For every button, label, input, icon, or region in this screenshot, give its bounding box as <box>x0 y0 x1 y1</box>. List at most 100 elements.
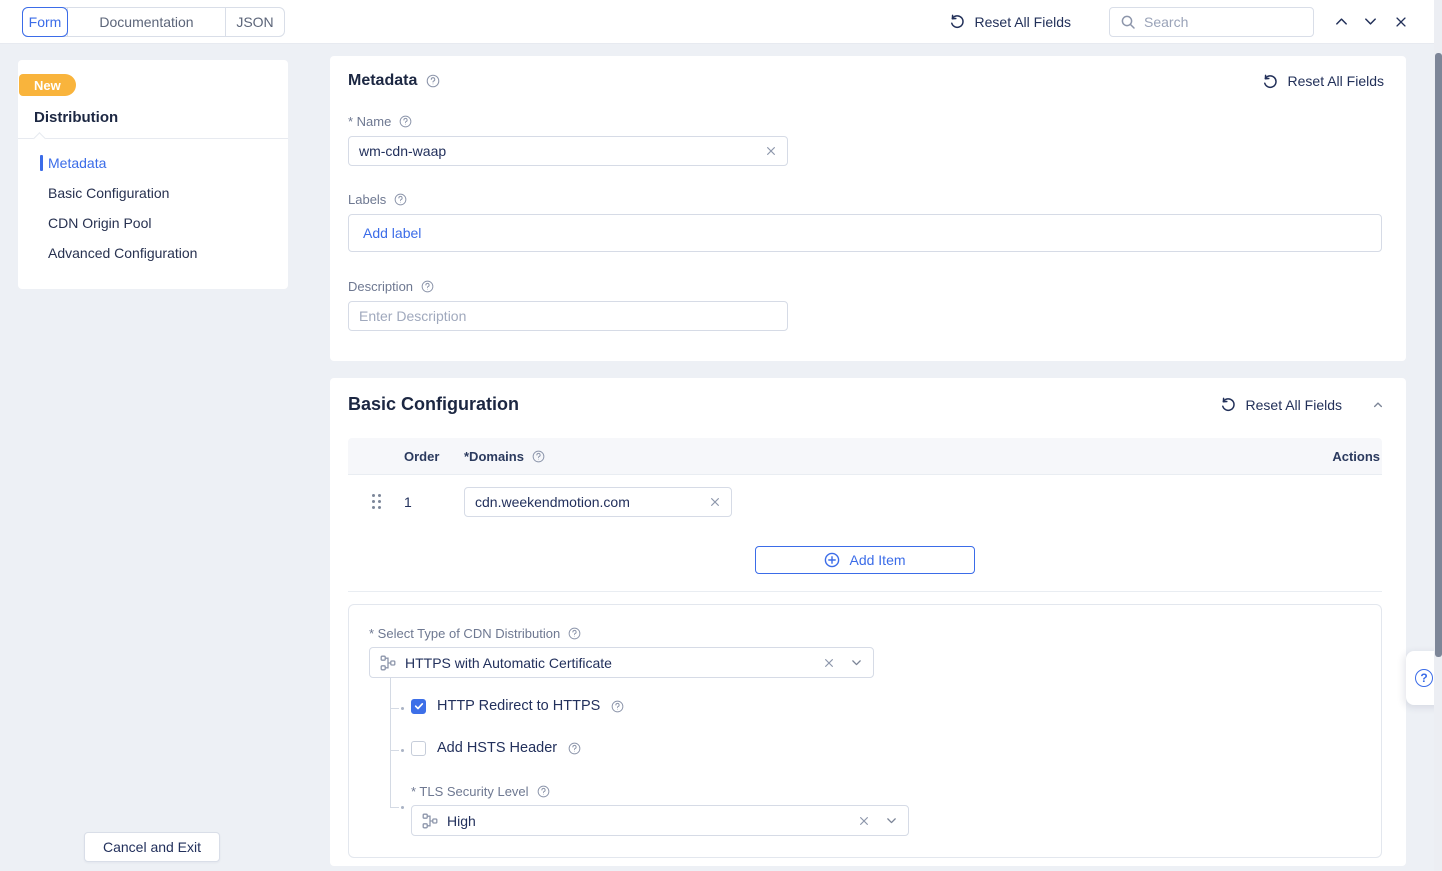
search-next-chevron-down-icon[interactable] <box>1357 10 1384 33</box>
search-box[interactable] <box>1109 7 1314 37</box>
tree-connector-dot <box>401 707 404 710</box>
search-icon <box>1120 14 1136 30</box>
labels-field-label: Labels <box>348 192 407 207</box>
cdn-type-group-box: * Select Type of CDN Distribution HTTPS … <box>348 604 1382 858</box>
name-field <box>348 136 788 166</box>
domains-table: Order *Domains Actions 1 <box>348 438 1382 592</box>
help-icon[interactable] <box>532 450 545 463</box>
hsts-row: Add HSTS Header <box>411 740 581 756</box>
cdn-type-label-text: * Select Type of CDN Distribution <box>369 626 560 641</box>
undo-reset-icon <box>1220 396 1237 413</box>
cdn-type-label: * Select Type of CDN Distribution <box>369 626 581 641</box>
topbar-right-controls: Reset All Fields <box>949 7 1414 37</box>
http-redirect-row: HTTP Redirect to HTTPS <box>411 698 624 714</box>
search-prev-chevron-up-icon[interactable] <box>1328 10 1355 33</box>
plus-circle-icon <box>824 552 840 568</box>
metadata-title-text: Metadata <box>348 72 417 90</box>
domains-header-text: *Domains <box>464 449 524 464</box>
basic-config-reset-all-fields-button[interactable]: Reset All Fields <box>1220 396 1342 413</box>
add-item-label: Add Item <box>849 552 905 568</box>
clear-icon[interactable] <box>823 657 835 669</box>
hsts-checkbox[interactable] <box>411 741 426 756</box>
tab-documentation[interactable]: Documentation <box>67 8 225 36</box>
reset-all-fields-button[interactable]: Reset All Fields <box>949 13 1071 30</box>
help-icon[interactable] <box>611 700 624 713</box>
tree-connector-dot <box>401 806 404 809</box>
help-icon[interactable] <box>399 115 412 128</box>
help-icon[interactable] <box>394 193 407 206</box>
http-redirect-checkbox[interactable] <box>411 699 426 714</box>
cancel-and-exit-button[interactable]: Cancel and Exit <box>84 832 220 862</box>
help-icon[interactable] <box>568 742 581 755</box>
reset-all-fields-label: Reset All Fields <box>975 14 1071 30</box>
tls-level-select[interactable]: High <box>411 805 909 836</box>
name-label-text: * Name <box>348 114 391 129</box>
tls-level-select-value: High <box>447 813 849 829</box>
metadata-section-title: Metadata <box>348 72 440 90</box>
domains-table-header: Order *Domains Actions <box>348 438 1382 474</box>
drag-handle-icon[interactable] <box>348 494 404 509</box>
help-icon[interactable] <box>426 74 440 88</box>
order-column-header: Order <box>404 449 464 464</box>
hsts-label: Add HSTS Header <box>437 740 557 756</box>
scrollbar-track[interactable] <box>1434 0 1442 871</box>
basic-config-section-title: Basic Configuration <box>348 394 519 415</box>
close-icon[interactable] <box>1388 11 1414 33</box>
scrollbar-thumb[interactable] <box>1435 53 1442 657</box>
basic-config-reset-label: Reset All Fields <box>1246 397 1342 413</box>
clear-icon[interactable] <box>765 145 777 157</box>
domain-input[interactable] <box>475 494 701 510</box>
tree-connector-vertical <box>390 678 391 807</box>
node-branch-icon <box>380 655 396 671</box>
collapse-chevron-up-icon[interactable] <box>1372 399 1384 411</box>
undo-reset-icon <box>949 13 966 30</box>
search-input[interactable] <box>1144 14 1303 30</box>
chevron-down-icon[interactable] <box>885 814 898 827</box>
name-input[interactable] <box>359 143 757 159</box>
row-order-value: 1 <box>404 494 464 510</box>
help-icon[interactable] <box>421 280 434 293</box>
sidebar-item-advanced-configuration[interactable]: Advanced Configuration <box>18 238 288 268</box>
tree-connector <box>390 708 399 709</box>
basic-config-card-header: Basic Configuration Reset All Fields <box>348 394 1384 415</box>
cdn-type-select[interactable]: HTTPS with Automatic Certificate <box>369 647 874 678</box>
tab-form[interactable]: Form <box>22 7 68 37</box>
name-field-label: * Name <box>348 114 412 129</box>
tab-json[interactable]: JSON <box>225 8 284 36</box>
sidebar-title: Distribution <box>34 109 118 126</box>
description-input[interactable] <box>359 308 777 324</box>
table-row: 1 <box>348 474 1382 528</box>
clear-icon[interactable] <box>709 496 721 508</box>
http-redirect-label: HTTP Redirect to HTTPS <box>437 698 600 714</box>
basic-config-title-text: Basic Configuration <box>348 394 519 415</box>
description-field <box>348 301 788 331</box>
labels-label-text: Labels <box>348 192 386 207</box>
chevron-down-icon[interactable] <box>850 656 863 669</box>
tree-connector <box>390 807 399 808</box>
add-item-button[interactable]: Add Item <box>755 546 975 574</box>
basic-configuration-section-card: Basic Configuration Reset All Fields Ord… <box>330 378 1406 866</box>
tls-level-label: * TLS Security Level <box>411 784 550 799</box>
clear-icon[interactable] <box>858 815 870 827</box>
description-label-text: Description <box>348 279 413 294</box>
tls-level-label-text: * TLS Security Level <box>411 784 529 799</box>
status-badge-new: New <box>19 74 76 96</box>
help-icon[interactable] <box>568 627 581 640</box>
metadata-section-card: Metadata Reset All Fields * Name Labels <box>330 56 1406 361</box>
help-icon: ? <box>1415 669 1433 687</box>
top-bar: Form Documentation JSON Reset All Fields <box>0 0 1442 44</box>
tree-connector <box>390 750 399 751</box>
sidebar-item-cdn-origin-pool[interactable]: CDN Origin Pool <box>18 208 288 238</box>
help-icon[interactable] <box>537 785 550 798</box>
sidebar-item-basic-configuration[interactable]: Basic Configuration <box>18 178 288 208</box>
metadata-card-header: Metadata Reset All Fields <box>348 72 1384 90</box>
domain-field <box>464 487 732 517</box>
tree-connector-dot <box>401 749 404 752</box>
domains-column-header: *Domains <box>464 449 1306 464</box>
description-field-label: Description <box>348 279 434 294</box>
metadata-reset-all-fields-button[interactable]: Reset All Fields <box>1262 73 1384 90</box>
actions-column-header: Actions <box>1306 449 1382 464</box>
sidebar-item-metadata[interactable]: Metadata <box>18 148 288 178</box>
sidebar-navigation-card: New Distribution Metadata Basic Configur… <box>18 60 288 289</box>
add-label-link[interactable]: Add label <box>363 225 421 241</box>
